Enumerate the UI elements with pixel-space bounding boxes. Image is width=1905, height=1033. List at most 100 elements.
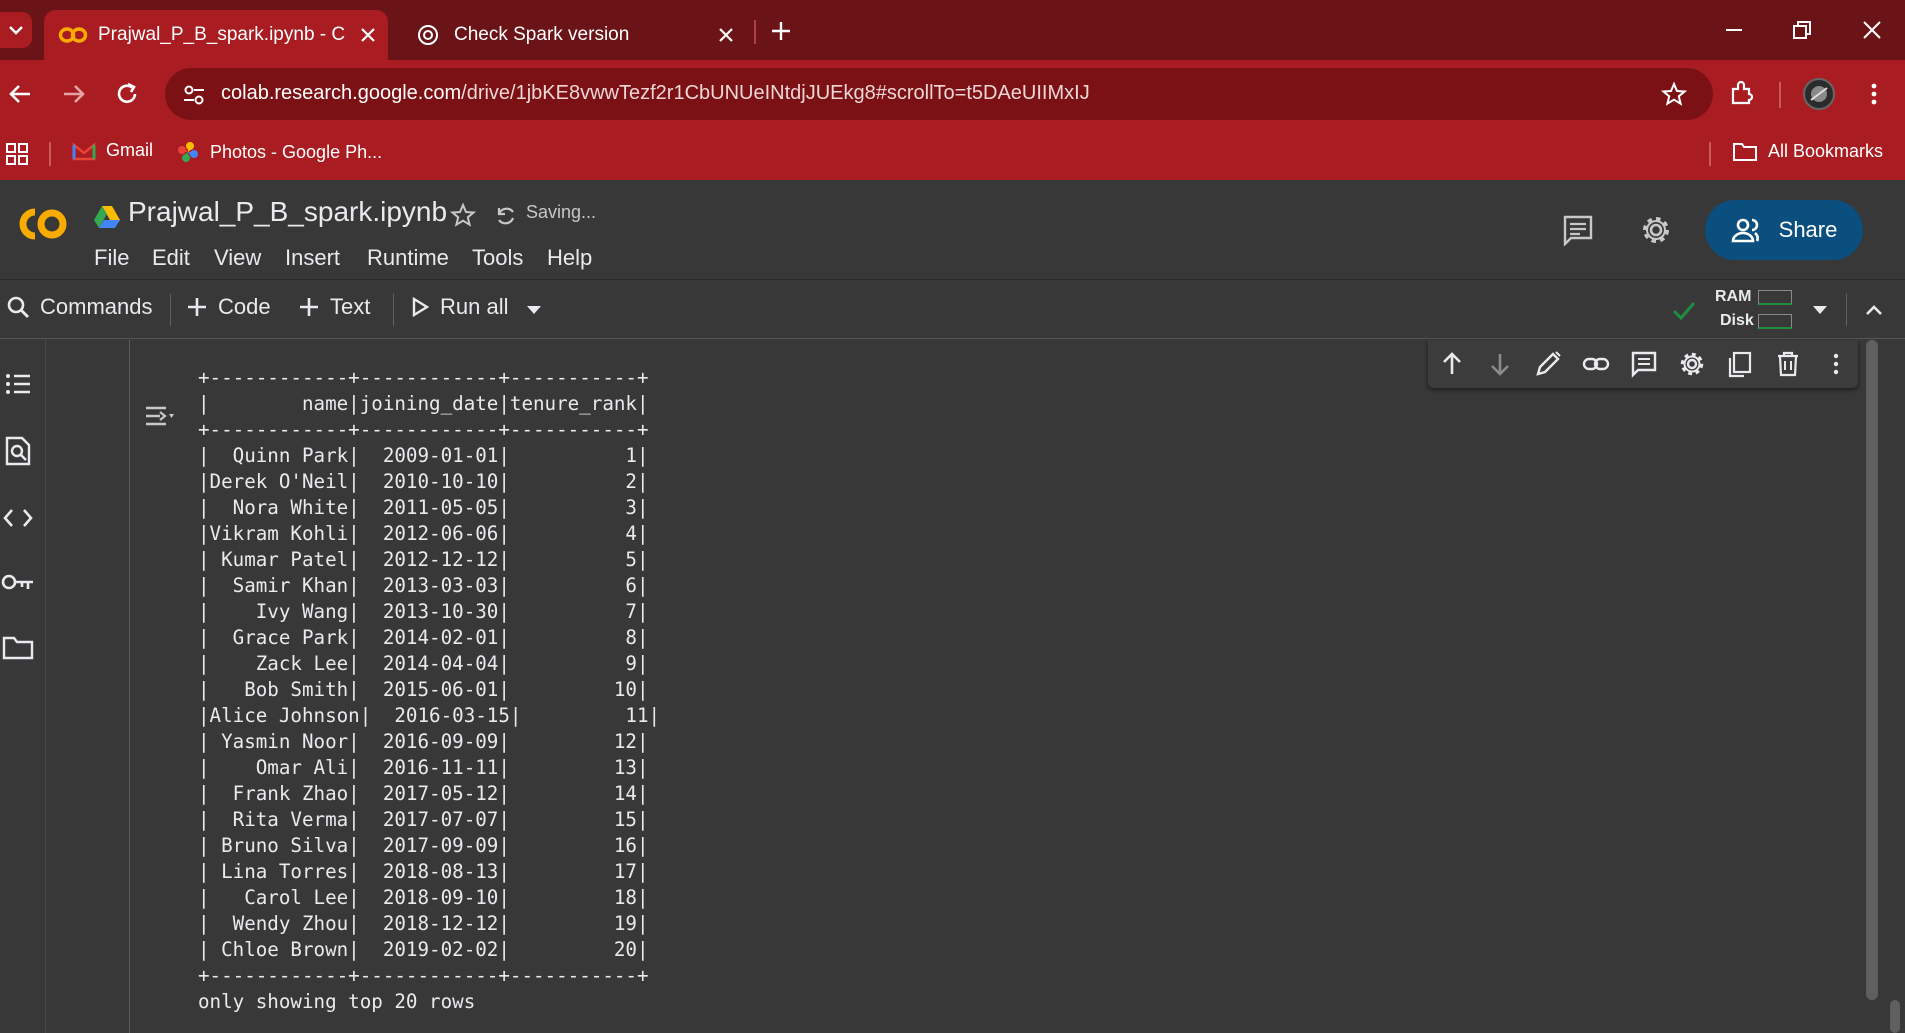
tab-check-spark-version[interactable]: Check Spark version — [410, 10, 740, 60]
find-replace-icon[interactable] — [4, 436, 32, 466]
people-icon — [1731, 218, 1759, 243]
output-line: | Ivy Wang| 2013-10-30| 7| — [198, 600, 649, 623]
caret-down-icon[interactable] — [524, 302, 544, 318]
output-line: | name|joining_date|tenure_rank| — [198, 392, 649, 415]
sync-icon — [497, 207, 515, 225]
output-line: +------------+------------+-----------+ — [198, 964, 649, 987]
move-cell-up-icon[interactable] — [1438, 350, 1466, 378]
browser-tab-bar: Prajwal_P_B_spark.ipynb - Colab Check Sp… — [0, 0, 1905, 60]
comment-icon[interactable] — [1630, 350, 1658, 378]
output-line: | Quinn Park| 2009-01-01| 1| — [198, 444, 649, 467]
tab-colab[interactable]: Prajwal_P_B_spark.ipynb - Colab — [44, 10, 388, 60]
move-cell-down-icon[interactable] — [1486, 350, 1514, 378]
extensions-icon[interactable] — [1727, 79, 1757, 109]
run-all-label: Run all — [440, 294, 509, 319]
menu-tools[interactable]: Tools — [472, 245, 523, 271]
disk-meter[interactable] — [1758, 314, 1792, 329]
bookmark-gmail[interactable]: Gmail — [72, 140, 153, 161]
connected-check-icon[interactable] — [1670, 296, 1698, 324]
output-line: | Wendy Zhou| 2018-12-12| 19| — [198, 912, 649, 935]
plus-icon — [188, 298, 206, 316]
restore-icon[interactable] — [1790, 18, 1814, 42]
output-line: | Rita Verma| 2017-07-07| 15| — [198, 808, 649, 831]
url-text: colab.research.google.com/drive/1jbKE8vw… — [221, 82, 1090, 105]
output-line: | Nora White| 2011-05-05| 3| — [198, 496, 649, 519]
comments-icon[interactable] — [1562, 214, 1594, 246]
url-path: /drive/1jbKE8vwwTezf2r1CbUNUeINtdjJUEkg8… — [461, 82, 1090, 104]
page-scrollbar[interactable] — [1890, 1000, 1900, 1033]
notebook-title[interactable]: Prajwal_P_B_spark.ipynb — [128, 196, 447, 228]
output-line: | Chloe Brown| 2019-02-02| 20| — [198, 938, 649, 961]
run-all-button[interactable]: Run all — [410, 294, 508, 320]
settings-gear-icon[interactable] — [1640, 214, 1672, 246]
chatgpt-icon — [418, 25, 438, 45]
close-tab-icon[interactable] — [358, 25, 378, 45]
kebab-menu-icon[interactable] — [1860, 80, 1888, 108]
play-icon — [412, 296, 430, 318]
output-actions-icon[interactable] — [144, 402, 178, 432]
add-code-button[interactable]: Code — [186, 294, 271, 320]
menu-edit[interactable]: Edit — [152, 245, 190, 271]
output-line: | Kumar Patel| 2012-12-12| 5| — [198, 548, 649, 571]
ram-meter[interactable] — [1758, 290, 1792, 305]
star-icon[interactable] — [450, 202, 476, 228]
new-tab-icon[interactable] — [769, 19, 793, 43]
menu-runtime[interactable]: Runtime — [367, 245, 449, 271]
output-line: | Omar Ali| 2016-11-11| 13| — [198, 756, 649, 779]
secrets-key-icon[interactable] — [0, 570, 36, 594]
folder-icon — [1733, 143, 1757, 161]
left-sidebar — [0, 340, 46, 1033]
output-line: | Samir Khan| 2013-03-03| 6| — [198, 574, 649, 597]
disk-label: Disk — [1720, 312, 1754, 329]
output-line: +------------+------------+-----------+ — [198, 418, 649, 441]
resources-dropdown-icon[interactable] — [1810, 302, 1830, 318]
plus-icon — [300, 298, 318, 316]
apps-grid-icon[interactable] — [5, 142, 29, 166]
reload-icon[interactable] — [113, 80, 141, 108]
cell-settings-gear-icon[interactable] — [1678, 350, 1706, 378]
add-text-button[interactable]: Text — [298, 294, 370, 320]
menu-insert[interactable]: Insert — [285, 245, 340, 271]
table-of-contents-icon[interactable] — [4, 370, 32, 398]
site-info-icon[interactable] — [181, 82, 207, 108]
code-snippets-icon[interactable] — [2, 506, 34, 530]
back-icon[interactable] — [6, 80, 34, 108]
output-line: | Carol Lee| 2018-09-10| 18| — [198, 886, 649, 909]
collapse-header-icon[interactable] — [1862, 298, 1886, 322]
menu-view[interactable]: View — [214, 245, 261, 271]
avatar-icon — [1810, 86, 1828, 102]
browser-toolbar: colab.research.google.com/drive/1jbKE8vw… — [0, 60, 1905, 128]
forward-icon[interactable] — [60, 80, 88, 108]
edit-pencil-icon[interactable] — [1534, 350, 1562, 378]
share-button[interactable]: Share — [1705, 200, 1863, 260]
cell-toolbar — [1428, 340, 1858, 388]
commands-button[interactable]: Commands — [6, 294, 152, 320]
all-bookmarks[interactable]: All Bookmarks — [1732, 140, 1883, 162]
menu-file[interactable]: File — [94, 245, 129, 271]
colab-header: Prajwal_P_B_spark.ipynb Saving... File E… — [0, 180, 1905, 279]
google-drive-icon[interactable] — [94, 204, 120, 228]
save-status: Saving... — [526, 202, 597, 222]
bookmark-label: Gmail — [106, 140, 154, 160]
more-options-icon[interactable] — [1822, 350, 1850, 378]
address-bar[interactable]: colab.research.google.com/drive/1jbKE8vw… — [165, 68, 1713, 120]
menu-help[interactable]: Help — [547, 245, 592, 271]
mirror-cell-icon[interactable] — [1726, 350, 1754, 378]
output-line: | Grace Park| 2014-02-01| 8| — [198, 626, 649, 649]
bookmark-photos[interactable]: Photos - Google Ph... — [176, 140, 382, 164]
colab-logo[interactable] — [8, 204, 72, 244]
close-window-icon[interactable] — [1860, 18, 1884, 42]
link-icon[interactable] — [1582, 350, 1610, 378]
output-line: only showing top 20 rows — [198, 990, 476, 1013]
cell-scrollbar[interactable] — [1866, 340, 1878, 1000]
minimize-icon[interactable] — [1722, 18, 1746, 42]
close-tab-icon[interactable] — [716, 25, 736, 45]
profile-avatar[interactable] — [1803, 78, 1835, 110]
tab-search-button[interactable] — [0, 12, 32, 48]
files-folder-icon[interactable] — [2, 634, 34, 660]
delete-trash-icon[interactable] — [1774, 350, 1802, 378]
output-line: | Frank Zhao| 2017-05-12| 14| — [198, 782, 649, 805]
output-line: | Zack Lee| 2014-04-04| 9| — [198, 652, 649, 675]
output-line: |Derek O'Neil| 2010-10-10| 2| — [198, 470, 649, 493]
bookmark-star-icon[interactable] — [1661, 81, 1687, 107]
